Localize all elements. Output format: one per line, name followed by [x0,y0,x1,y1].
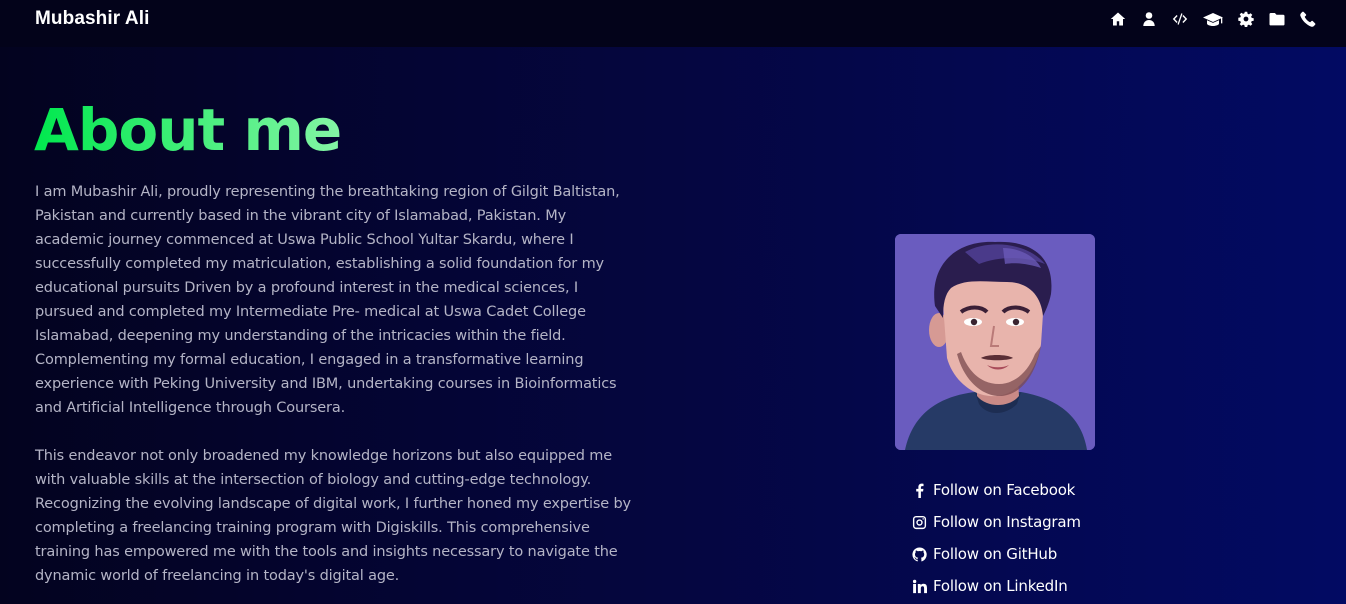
social-link-label: Follow on LinkedIn [933,577,1068,595]
social-link-linkedin[interactable]: Follow on LinkedIn [911,570,1081,602]
avatar-illustration [895,234,1095,450]
linkedin-icon [911,578,927,594]
bio-text: I am Mubashir Ali, proudly representing … [35,180,635,588]
user-icon[interactable] [1141,11,1157,27]
navbar: Mubashir Ali [0,0,1346,47]
social-link-github[interactable]: Follow on GitHub [911,538,1081,570]
social-links: Follow on Facebook Follow on Instagram F… [911,474,1081,602]
social-link-instagram[interactable]: Follow on Instagram [911,506,1081,538]
social-link-label: Follow on Facebook [933,481,1076,499]
about-title: About me [34,96,342,164]
social-link-facebook[interactable]: Follow on Facebook [911,474,1081,506]
nav-icon-bar [1110,11,1316,27]
phone-icon[interactable] [1300,11,1316,27]
graduation-cap-icon[interactable] [1203,11,1223,27]
social-link-label: Follow on Instagram [933,513,1081,531]
facebook-icon [911,482,927,498]
profile-avatar [895,234,1095,450]
folder-icon[interactable] [1269,11,1285,27]
gear-icon[interactable] [1238,11,1254,27]
instagram-icon [911,514,927,530]
code-icon[interactable] [1172,11,1188,27]
bio-paragraph-2: This endeavor not only broadened my know… [35,448,631,584]
social-link-label: Follow on GitHub [933,545,1058,563]
brand-name[interactable]: Mubashir Ali [35,8,150,30]
github-icon [911,546,927,562]
bio-paragraph-1: I am Mubashir Ali, proudly representing … [35,184,620,416]
home-icon[interactable] [1110,11,1126,27]
